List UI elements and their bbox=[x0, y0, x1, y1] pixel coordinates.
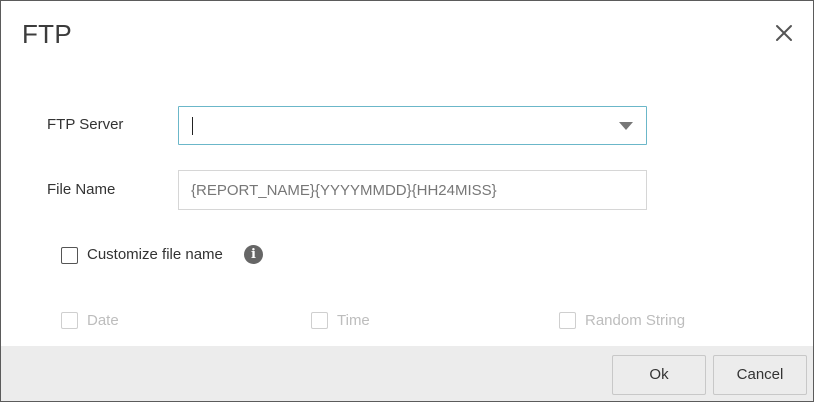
customize-file-name-checkbox[interactable] bbox=[61, 247, 78, 264]
caret-down-icon[interactable] bbox=[619, 122, 633, 130]
random-string-label: Random String bbox=[585, 312, 686, 329]
ftp-server-select[interactable] bbox=[178, 106, 647, 145]
text-cursor bbox=[192, 117, 193, 135]
date-checkbox bbox=[61, 312, 78, 329]
ftp-server-label: FTP Server bbox=[47, 116, 124, 133]
time-checkbox bbox=[311, 312, 328, 329]
info-icon[interactable]: i bbox=[244, 245, 263, 264]
date-label: Date bbox=[87, 312, 119, 329]
random-string-checkbox bbox=[559, 312, 576, 329]
time-label: Time bbox=[337, 312, 370, 329]
cancel-button[interactable]: Cancel bbox=[713, 355, 807, 395]
ok-button[interactable]: Ok bbox=[612, 355, 706, 395]
close-icon[interactable] bbox=[772, 21, 796, 45]
customize-file-name-label[interactable]: Customize file name bbox=[87, 246, 223, 263]
file-name-input[interactable] bbox=[178, 170, 647, 210]
ftp-dialog: FTP FTP Server File Name Customize file … bbox=[0, 0, 814, 402]
dialog-title: FTP bbox=[22, 19, 73, 49]
file-name-label: File Name bbox=[47, 181, 116, 198]
